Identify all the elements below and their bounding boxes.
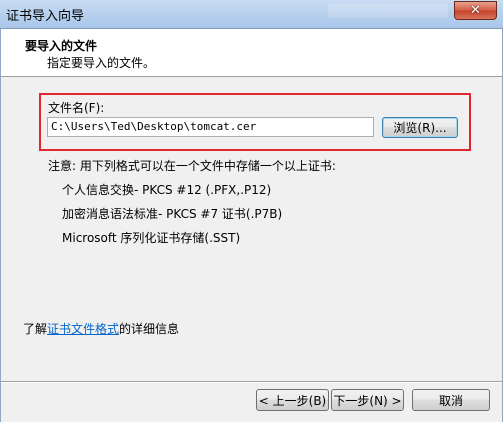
title-bar[interactable]: 证书导入向导 ✕ [0,0,503,29]
next-button[interactable]: 下一步(N) > [331,389,404,411]
page-title: 要导入的文件 [25,39,98,53]
wizard-header: 要导入的文件 指定要导入的文件。 [0,29,503,77]
page-subtitle: 指定要导入的文件。 [47,56,156,70]
formats-note: 注意: 用下列格式可以在一个文件中存储一个以上证书: [48,159,336,173]
close-icon: ✕ [470,3,481,18]
file-name-input[interactable]: C:\Users\Ted\Desktop\tomcat.cer [47,117,374,137]
learn-more-text: 了解证书文件格式的详细信息 [23,320,179,337]
format-item-sst: Microsoft 序列化证书存储(.SST) [62,231,241,245]
certificate-import-wizard-window: 证书导入向导 ✕ 要导入的文件 指定要导入的文件。 文件名(F): C:\Use… [0,0,503,422]
browse-button[interactable]: 浏览(R)... [382,117,458,138]
certificate-file-formats-link[interactable]: 证书文件格式 [47,322,119,336]
learn-more-prefix: 了解 [23,322,48,336]
file-name-label: 文件名(F): [48,101,105,115]
title-bar-blurred-area [328,4,448,18]
cancel-button[interactable]: 取消 [412,389,490,411]
close-button[interactable]: ✕ [454,1,497,20]
format-item-pkcs7: 加密消息语法标准- PKCS #7 证书(.P7B) [62,207,283,221]
back-button[interactable]: < 上一步(B) [256,389,329,411]
footer-divider [0,381,503,383]
window-border-left [0,29,1,422]
learn-more-suffix: 的详细信息 [119,322,180,336]
format-item-pkcs12: 个人信息交换- PKCS #12 (.PFX,.P12) [62,183,272,197]
window-title: 证书导入向导 [6,9,85,24]
